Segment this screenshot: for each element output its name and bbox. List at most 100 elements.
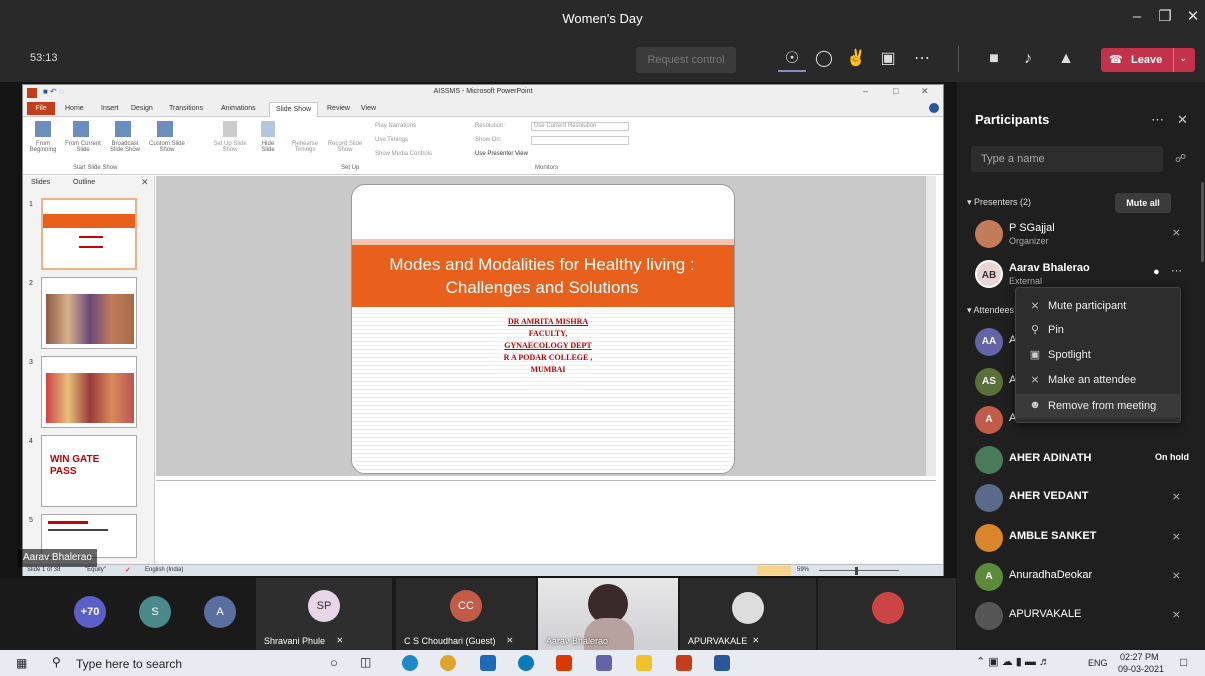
from-current-icon[interactable]	[73, 121, 89, 137]
tab-home[interactable]: Home	[65, 105, 84, 112]
task-view-icon[interactable]: ◫	[360, 655, 371, 669]
word-icon[interactable]	[714, 655, 730, 671]
ppt-restore-icon[interactable]: □	[893, 86, 898, 96]
edge-icon[interactable]	[402, 655, 418, 671]
ppt-minimize-icon[interactable]: –	[863, 86, 868, 96]
ppt-close-icon[interactable]: ✕	[921, 86, 929, 97]
slide-thumbnail-3[interactable]	[41, 356, 137, 428]
pin-item[interactable]: ⚲ Pin	[1016, 318, 1180, 342]
overflow-count[interactable]: +70	[74, 596, 106, 628]
from-current-button[interactable]: From Current Slide	[63, 141, 103, 153]
tab-insert[interactable]: Insert	[101, 105, 119, 112]
remove-from-meeting-item[interactable]: ☻ Remove from meeting	[1016, 394, 1180, 418]
hide-slide-button[interactable]: Hide Slide	[255, 141, 281, 153]
slides-pane-tab[interactable]: Slides	[31, 179, 50, 186]
participant-row[interactable]: AHER ADINATH On hold	[975, 444, 1189, 478]
video-tile[interactable]: Aarav Bhalerao	[538, 578, 678, 650]
camera-off-icon[interactable]: ■	[980, 46, 1008, 72]
participant-row[interactable]: AMBLE SANKET ⨯	[975, 522, 1189, 556]
video-tile[interactable]: CC C S Choudhari (Guest) ⨯	[396, 578, 536, 650]
participant-row[interactable]: AHER VEDANT ⨯	[975, 482, 1189, 516]
video-tile[interactable]: APURVAKALE ⨯	[680, 578, 816, 650]
notifications-icon[interactable]: □	[1180, 655, 1187, 669]
avatar[interactable]: A	[204, 596, 236, 628]
setup-show-icon[interactable]	[223, 121, 237, 137]
broadcast-button[interactable]: Broadcast Slide Show	[105, 141, 145, 153]
mic-off-icon[interactable]: ♪	[1014, 46, 1042, 72]
people-icon[interactable]: ☉	[778, 46, 806, 72]
close-icon[interactable]: ✕	[1180, 6, 1205, 28]
minimize-icon[interactable]: –	[1124, 6, 1150, 28]
participant-search-input[interactable]: Type a name	[971, 146, 1163, 172]
participant-options-icon[interactable]: ⋯	[1171, 264, 1182, 277]
more-icon[interactable]: ⋯	[1151, 112, 1164, 128]
custom-show-button[interactable]: Custom Slide Show	[147, 141, 187, 153]
more-options-icon[interactable]: ⋯	[908, 46, 936, 72]
rooms-icon[interactable]: ▣	[874, 46, 902, 72]
make-attendee-item[interactable]: ⨯ Make an attendee	[1016, 368, 1180, 392]
notes-pane[interactable]	[156, 480, 936, 564]
panel-scrollbar[interactable]	[1201, 182, 1204, 262]
current-slide[interactable]: Modes and Modalities for Healthy living …	[351, 184, 735, 474]
zoom-slider-thumb[interactable]	[855, 567, 858, 575]
participant-row[interactable]: A AnuradhaDeokar ⨯	[975, 561, 1189, 595]
video-tile[interactable]: SP Shravani Phule ⨯	[256, 578, 392, 650]
tab-file[interactable]: File	[27, 102, 55, 115]
chat-icon[interactable]: ◯	[810, 46, 838, 72]
powerpoint-icon[interactable]	[676, 655, 692, 671]
video-tile[interactable]	[818, 578, 956, 650]
chevron-down-icon[interactable]: ⌄	[1179, 53, 1187, 64]
mail-icon[interactable]	[480, 655, 496, 671]
mute-participant-item[interactable]: ⨯ Mute participant	[1016, 294, 1180, 318]
setup-show-button[interactable]: Set Up Slide Show	[213, 141, 247, 153]
hide-slide-icon[interactable]	[261, 121, 275, 137]
participant-row[interactable]: P SGajjal Organizer ⨯	[975, 218, 1189, 252]
from-beginning-icon[interactable]	[35, 121, 51, 137]
cortana-icon[interactable]: ○	[330, 655, 338, 670]
tab-design[interactable]: Design	[131, 105, 153, 112]
presenter-view-checkbox[interactable]: Use Presenter View	[475, 151, 528, 157]
system-tray-icons[interactable]: ⌃ ▣ ☁ ▮ ▬ ♬	[976, 655, 1050, 668]
office-icon[interactable]	[556, 655, 572, 671]
tab-transitions[interactable]: Transitions	[169, 105, 203, 112]
attendees-header[interactable]: ▾ Attendees	[967, 305, 1014, 316]
slide-thumbnail-4[interactable]: WIN GATE PASS	[41, 435, 137, 507]
mute-all-button[interactable]: Mute all	[1115, 193, 1171, 213]
avatar[interactable]: S	[139, 596, 171, 628]
app-icon[interactable]	[518, 655, 534, 671]
tab-review[interactable]: Review	[327, 105, 350, 112]
close-pane-icon[interactable]: ✕	[141, 177, 149, 188]
outline-pane-tab[interactable]: Outline	[73, 179, 95, 186]
close-panel-icon[interactable]: ✕	[1177, 112, 1188, 128]
share-invite-icon[interactable]: ☍	[1175, 152, 1186, 165]
show-media-checkbox[interactable]: Show Media Controls	[375, 151, 432, 157]
editor-scrollbar[interactable]	[926, 176, 936, 476]
spellcheck-icon[interactable]: ✓	[125, 566, 131, 574]
show-on-select[interactable]	[531, 136, 629, 145]
clock-date[interactable]: 09-03-2021	[1118, 664, 1164, 674]
help-icon[interactable]	[929, 103, 939, 113]
broadcast-icon[interactable]	[115, 121, 131, 137]
language-indicator[interactable]: ENG	[1088, 658, 1108, 668]
reactions-icon[interactable]: ✌	[842, 46, 870, 72]
slide-thumbnail-1[interactable]	[41, 198, 137, 270]
chrome-icon[interactable]	[440, 655, 456, 671]
zoom-slider[interactable]	[819, 570, 899, 571]
from-beginning-button[interactable]: From Beginning	[25, 141, 61, 153]
record-button[interactable]: Record Slide Show	[327, 141, 363, 153]
participant-row[interactable]: APURVAKALE ⨯	[975, 600, 1189, 634]
custom-show-icon[interactable]	[157, 121, 173, 137]
teams-icon[interactable]	[596, 655, 612, 671]
use-timings-checkbox[interactable]: Use Timings	[375, 137, 408, 143]
presenters-header[interactable]: ▾ Presenters (2)	[967, 197, 1031, 208]
request-control-button[interactable]: Request control	[636, 47, 736, 73]
windows-start-icon[interactable]: ▦	[16, 656, 27, 670]
spotlight-item[interactable]: ▣ Spotlight	[1016, 343, 1180, 367]
clock-time[interactable]: 02:27 PM	[1120, 652, 1159, 662]
play-narrations-checkbox[interactable]: Play Narrations	[375, 123, 416, 129]
tab-slide-show[interactable]: Slide Show	[269, 102, 319, 117]
restore-icon[interactable]: ❐	[1152, 6, 1178, 28]
leave-button[interactable]: ☎ Leave ⌄	[1101, 48, 1195, 72]
rehearse-button[interactable]: Rehearse Timings	[289, 141, 321, 153]
share-tray-icon[interactable]: ▲	[1052, 46, 1080, 72]
